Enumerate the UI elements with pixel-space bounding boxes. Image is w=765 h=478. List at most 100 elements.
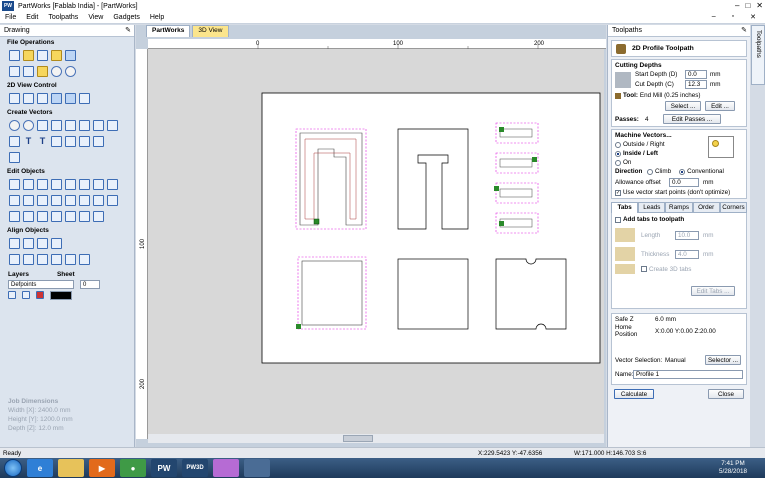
save-icon[interactable] — [37, 50, 48, 61]
align-left-icon[interactable] — [9, 254, 20, 265]
align-top-icon[interactable] — [37, 254, 48, 265]
drawing-canvas[interactable] — [148, 49, 604, 434]
scale-icon[interactable] — [93, 179, 104, 190]
rectangle-tool-icon[interactable] — [37, 120, 48, 131]
mdi-restore-button[interactable]: ▫ — [727, 13, 739, 21]
menu-gadgets[interactable]: Gadgets — [108, 14, 144, 21]
align-vertical-icon[interactable] — [37, 238, 48, 249]
import-icon[interactable] — [65, 50, 76, 61]
text-on-curve-icon[interactable]: T — [37, 136, 48, 147]
start-button[interactable] — [4, 459, 22, 477]
block-copy-icon[interactable] — [37, 211, 48, 222]
measure-icon[interactable] — [51, 211, 62, 222]
undo-icon[interactable] — [51, 66, 62, 77]
layer-color-icon[interactable] — [36, 291, 44, 299]
layer-visible-icon[interactable] — [8, 291, 16, 299]
menu-file[interactable]: File — [0, 14, 21, 21]
copy-icon[interactable] — [23, 66, 34, 77]
layer-lock-icon[interactable] — [22, 291, 30, 299]
zoom-extents-icon[interactable] — [9, 93, 20, 104]
taskbar-tool-icon[interactable] — [244, 459, 270, 477]
align-page-icon[interactable] — [51, 238, 62, 249]
pin-icon[interactable]: ✎ — [125, 26, 131, 34]
maximize-button[interactable]: □ — [745, 1, 750, 10]
mirror-icon[interactable] — [9, 195, 20, 206]
pan-icon[interactable] — [65, 93, 76, 104]
zoom-box-icon[interactable] — [51, 93, 62, 104]
climb-radio[interactable] — [647, 168, 653, 175]
create-3d-tabs-checkbox[interactable] — [641, 266, 647, 272]
intersect-icon[interactable] — [65, 195, 76, 206]
space-horizontal-icon[interactable] — [65, 254, 76, 265]
move-icon[interactable] — [79, 179, 90, 190]
tab-leads[interactable]: Leads — [638, 202, 666, 213]
offset-icon[interactable] — [51, 136, 62, 147]
curve-tool-icon[interactable] — [107, 120, 118, 131]
menu-help[interactable]: Help — [145, 14, 169, 21]
fit-curve-icon[interactable] — [93, 211, 104, 222]
close-vector-icon[interactable] — [93, 195, 104, 206]
selector-button[interactable]: Selector ... — [705, 355, 741, 365]
new-file-icon[interactable] — [9, 50, 20, 61]
transform-icon[interactable] — [37, 179, 48, 190]
horizontal-scrollbar[interactable] — [148, 434, 604, 443]
add-tabs-checkbox[interactable] — [615, 216, 621, 223]
close-window-button[interactable]: ✕ — [756, 1, 763, 10]
circle-tool-icon[interactable] — [9, 120, 20, 131]
zoom-in-icon[interactable] — [23, 93, 34, 104]
ellipse-tool-icon[interactable] — [23, 120, 34, 131]
sheet-select[interactable]: 0 — [80, 280, 100, 289]
join-icon[interactable] — [79, 195, 90, 206]
layer-select[interactable]: Defpoints — [8, 280, 74, 289]
taskbar-ie-icon[interactable]: e — [27, 459, 53, 477]
mdi-close-button[interactable]: ✕ — [745, 13, 761, 21]
taskbar-partworks-icon[interactable]: PW — [151, 459, 177, 477]
cut-icon[interactable] — [9, 66, 20, 77]
edit-tabs-button[interactable]: Edit Tabs ... — [691, 286, 735, 296]
conventional-radio[interactable] — [679, 168, 686, 175]
select-icon[interactable] — [9, 179, 20, 190]
tab-corners[interactable]: Corners — [719, 202, 748, 213]
layer-color-select[interactable] — [50, 291, 72, 300]
minimize-button[interactable]: – — [735, 1, 739, 10]
menu-view[interactable]: View — [83, 14, 108, 21]
taskbar-paint-icon[interactable] — [213, 459, 239, 477]
text-tool-icon[interactable]: T — [23, 136, 34, 147]
align-center-icon[interactable] — [9, 238, 20, 249]
weld-icon[interactable] — [37, 195, 48, 206]
allowance-input[interactable]: 0.0 — [669, 178, 699, 187]
tab-order[interactable]: Order — [692, 202, 720, 213]
taskbar-chrome-icon[interactable]: ● — [120, 459, 146, 477]
toolpaths-side-tab[interactable]: Toolpaths — [751, 25, 765, 85]
space-vertical-icon[interactable] — [79, 254, 90, 265]
taskbar-clock[interactable]: 7:41 PM 5/28/2018 — [719, 460, 747, 476]
menu-edit[interactable]: Edit — [21, 14, 43, 21]
align-horizontal-icon[interactable] — [23, 238, 34, 249]
distort-icon[interactable] — [23, 195, 34, 206]
save-as-icon[interactable] — [51, 50, 62, 61]
star-tool-icon[interactable] — [65, 120, 76, 131]
tab-3d-view[interactable]: 3D View — [192, 25, 229, 37]
length-input[interactable]: 10.0 — [675, 230, 699, 240]
redo-icon[interactable] — [65, 66, 76, 77]
open-folder-icon[interactable] — [23, 50, 34, 61]
offset-vectors-icon[interactable] — [9, 211, 20, 222]
rotate-icon[interactable] — [107, 179, 118, 190]
start-depth-input[interactable]: 0.0 — [685, 70, 707, 79]
array-icon[interactable] — [107, 195, 118, 206]
draw-freehand-icon[interactable] — [9, 152, 20, 163]
pin-icon[interactable]: ✎ — [741, 26, 747, 34]
subtract-icon[interactable] — [51, 195, 62, 206]
ungroup-icon[interactable] — [65, 179, 76, 190]
trim-icon[interactable] — [79, 136, 90, 147]
inside-left-radio[interactable] — [615, 150, 621, 157]
use-start-points-checkbox[interactable]: ✓ — [615, 189, 621, 196]
taskbar-partworks3d-icon[interactable]: PW3D — [182, 459, 208, 477]
mdi-minimize-button[interactable]: – — [707, 13, 721, 21]
node-edit-icon[interactable] — [23, 179, 34, 190]
menu-toolpaths[interactable]: Toolpaths — [43, 14, 83, 21]
edit-passes-button[interactable]: Edit Passes ... — [663, 114, 721, 124]
smooth-icon[interactable] — [79, 211, 90, 222]
taskbar-media-icon[interactable]: ▶ — [89, 459, 115, 477]
toolpath-name-input[interactable]: Profile 1 — [633, 370, 743, 379]
